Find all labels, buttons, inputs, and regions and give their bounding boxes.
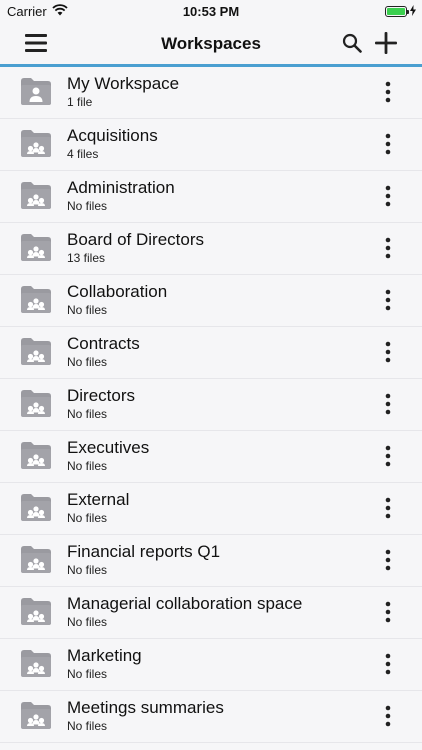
shared-folder-icon [20, 493, 52, 522]
workspace-name: External [67, 490, 130, 509]
shared-folder-icon [20, 389, 52, 418]
more-options-button[interactable] [378, 391, 398, 417]
workspace-name: Contracts [67, 334, 140, 353]
workspace-file-count: 1 file [67, 95, 93, 109]
workspace-name: Managerial collaboration space [67, 594, 303, 613]
shared-folder-icon [20, 181, 52, 210]
shared-folder-icon [20, 545, 52, 574]
workspace-list: My Workspace 1 file Acquisitions 4 files… [0, 67, 422, 743]
more-options-button[interactable] [378, 703, 398, 729]
more-vertical-icon [385, 601, 391, 623]
workspace-file-count: No files [67, 511, 108, 525]
status-time: 10:53 PM [182, 4, 240, 19]
personal-folder-icon [20, 77, 52, 106]
list-item[interactable]: Directors No files [0, 379, 422, 431]
workspace-name: Meetings summaries [67, 698, 224, 717]
workspace-file-count: No files [67, 719, 108, 733]
workspace-name: Acquisitions [67, 126, 158, 145]
shared-folder-icon [20, 233, 52, 262]
list-item[interactable]: My Workspace 1 file [0, 67, 422, 119]
charging-icon [410, 4, 416, 19]
list-item[interactable]: Acquisitions 4 files [0, 119, 422, 171]
shared-folder-icon [20, 285, 52, 314]
add-workspace-button[interactable] [372, 30, 400, 56]
shared-folder-icon [20, 441, 52, 470]
plus-icon [375, 32, 397, 54]
workspace-name: My Workspace [67, 74, 180, 93]
more-options-button[interactable] [378, 651, 398, 677]
workspace-file-count: No files [67, 407, 108, 421]
more-vertical-icon [385, 81, 391, 103]
shared-folder-icon [20, 701, 52, 730]
more-vertical-icon [385, 237, 391, 259]
status-bar: Carrier 10:53 PM [0, 0, 422, 22]
shared-folder-icon [20, 337, 52, 366]
list-item[interactable]: Executives No files [0, 431, 422, 483]
more-vertical-icon [385, 445, 391, 467]
workspace-file-count: No files [67, 667, 108, 681]
more-vertical-icon [385, 133, 391, 155]
list-item[interactable]: Contracts No files [0, 327, 422, 379]
list-item[interactable]: Managerial collaboration space No files [0, 587, 422, 639]
list-item[interactable]: Meetings summaries No files [0, 691, 422, 743]
list-item[interactable]: Marketing No files [0, 639, 422, 691]
workspace-name: Directors [67, 386, 136, 405]
workspace-file-count: No files [67, 199, 108, 213]
more-options-button[interactable] [378, 287, 398, 313]
workspace-name: Administration [67, 178, 175, 197]
more-options-button[interactable] [378, 79, 398, 105]
list-item[interactable]: Financial reports Q1 No files [0, 535, 422, 587]
more-options-button[interactable] [378, 547, 398, 573]
shared-folder-icon [20, 597, 52, 626]
more-vertical-icon [385, 497, 391, 519]
more-vertical-icon [385, 341, 391, 363]
workspace-name: Executives [67, 438, 150, 457]
more-options-button[interactable] [378, 339, 398, 365]
workspace-file-count: 4 files [67, 147, 99, 161]
more-options-button[interactable] [378, 183, 398, 209]
workspace-file-count: No files [67, 563, 108, 577]
more-vertical-icon [385, 393, 391, 415]
more-vertical-icon [385, 549, 391, 571]
workspace-name: Board of Directors [67, 230, 204, 249]
workspace-file-count: No files [67, 303, 108, 317]
more-options-button[interactable] [378, 235, 398, 261]
list-item[interactable]: Collaboration No files [0, 275, 422, 327]
more-vertical-icon [385, 705, 391, 727]
more-vertical-icon [385, 289, 391, 311]
list-item[interactable]: External No files [0, 483, 422, 535]
workspace-name: Marketing [67, 646, 142, 665]
status-right [385, 4, 416, 19]
more-options-button[interactable] [378, 599, 398, 625]
shared-folder-icon [20, 649, 52, 678]
workspace-file-count: No files [67, 459, 108, 473]
workspace-name: Financial reports Q1 [67, 542, 221, 561]
more-vertical-icon [385, 653, 391, 675]
battery-icon [385, 6, 409, 17]
more-options-button[interactable] [378, 443, 398, 469]
more-options-button[interactable] [378, 131, 398, 157]
shared-folder-icon [20, 129, 52, 158]
workspace-file-count: No files [67, 615, 108, 629]
workspace-file-count: 13 files [67, 251, 106, 265]
list-item[interactable]: Administration No files [0, 171, 422, 223]
search-icon [342, 33, 362, 53]
search-button[interactable] [338, 30, 366, 56]
workspace-file-count: No files [67, 355, 108, 369]
workspace-name: Collaboration [67, 282, 168, 301]
more-options-button[interactable] [378, 495, 398, 521]
more-vertical-icon [385, 185, 391, 207]
navigation-bar: Workspaces [0, 22, 422, 67]
list-item[interactable]: Board of Directors 13 files [0, 223, 422, 275]
